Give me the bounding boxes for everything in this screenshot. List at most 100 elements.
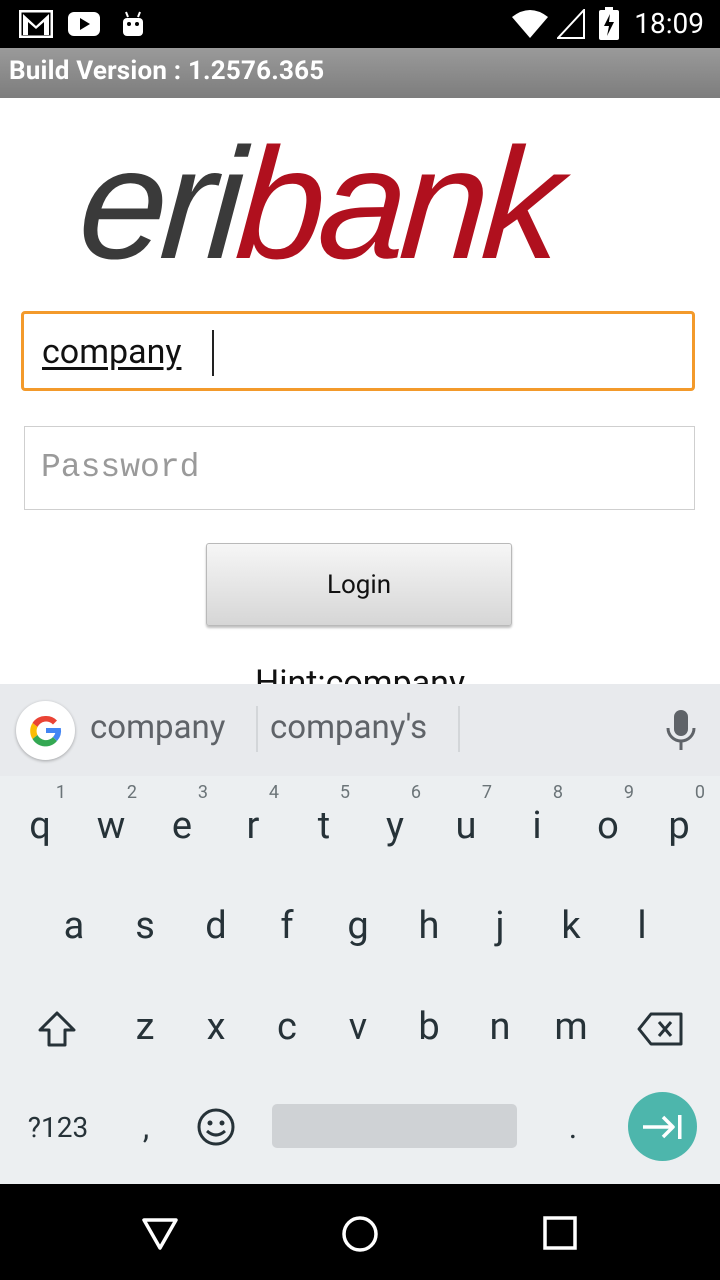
logo-text-eri: eri xyxy=(80,120,254,280)
key-label: e xyxy=(171,804,193,848)
key-number-hint: 7 xyxy=(481,782,492,803)
key-label: i xyxy=(532,804,542,848)
tab-arrow-icon xyxy=(642,1114,681,1139)
svg-text:eribank: eribank xyxy=(80,120,575,280)
key-label: c xyxy=(277,1005,297,1049)
shift-key[interactable] xyxy=(21,979,93,1079)
key-label: d xyxy=(205,904,227,948)
emoji-key[interactable] xyxy=(180,1077,252,1177)
login-button[interactable]: Login xyxy=(206,543,512,626)
youtube-icon xyxy=(66,8,102,40)
gmail-icon xyxy=(18,8,54,40)
recents-icon[interactable] xyxy=(542,1215,578,1251)
status-bar: 18:09 xyxy=(0,0,720,48)
navigation-bar xyxy=(0,1184,720,1280)
next-field-key[interactable] xyxy=(628,1092,697,1161)
key-label: p xyxy=(668,804,690,848)
key-a[interactable]: a xyxy=(38,876,110,976)
suggestion-divider xyxy=(256,706,258,752)
key-number-hint: 6 xyxy=(410,782,421,803)
key-g[interactable]: g xyxy=(322,876,394,976)
key-number-hint: 8 xyxy=(552,782,563,803)
text-caret xyxy=(212,330,214,376)
key-label: w xyxy=(96,804,126,848)
key-label: g xyxy=(347,904,369,948)
key-label: v xyxy=(348,1005,368,1049)
key-f[interactable]: f xyxy=(251,876,323,976)
username-value: company xyxy=(42,332,182,372)
key-k[interactable]: k xyxy=(535,876,607,976)
google-g-icon[interactable] xyxy=(16,701,75,760)
emoji-icon xyxy=(197,1108,235,1146)
key-e[interactable]: e3 xyxy=(146,776,218,876)
key-label: x xyxy=(206,1005,226,1049)
key-number-hint: 5 xyxy=(339,782,350,803)
key-number-hint: 2 xyxy=(126,782,137,803)
key-o[interactable]: o9 xyxy=(572,776,644,876)
key-y[interactable]: y6 xyxy=(359,776,431,876)
key-q[interactable]: q1 xyxy=(4,776,76,876)
password-placeholder: Password xyxy=(41,449,200,486)
key-d[interactable]: d xyxy=(180,876,252,976)
key-number-hint: 0 xyxy=(694,782,705,803)
key-label: r xyxy=(246,804,260,848)
space-bar[interactable] xyxy=(272,1104,517,1148)
key-label: f xyxy=(280,904,294,948)
key-u[interactable]: u7 xyxy=(430,776,502,876)
key-l[interactable]: l xyxy=(606,876,678,976)
key-label: t xyxy=(317,804,331,848)
battery-charging-icon xyxy=(596,7,622,40)
key-label: l xyxy=(637,904,647,948)
wifi-icon xyxy=(510,8,550,40)
key-label: k xyxy=(561,904,581,948)
back-icon[interactable] xyxy=(140,1214,180,1254)
key-s[interactable]: s xyxy=(109,876,181,976)
home-icon[interactable] xyxy=(340,1214,380,1254)
suggestion-divider xyxy=(458,706,460,752)
password-field[interactable]: Password xyxy=(24,426,695,510)
key-label: z xyxy=(135,1005,155,1049)
period-key[interactable]: . xyxy=(537,1077,609,1177)
key-i[interactable]: i8 xyxy=(501,776,573,876)
symbols-key[interactable]: ?123 xyxy=(18,1077,98,1177)
key-p[interactable]: p0 xyxy=(643,776,715,876)
comma-key[interactable]: , xyxy=(110,1077,182,1177)
key-number-hint: 3 xyxy=(197,782,208,803)
key-label: b xyxy=(418,1005,440,1049)
microphone-icon[interactable] xyxy=(664,708,698,756)
key-h[interactable]: h xyxy=(393,876,465,976)
key-v[interactable]: v xyxy=(322,977,394,1077)
suggestion-2[interactable]: company's xyxy=(270,708,427,747)
key-number-hint: 1 xyxy=(55,782,66,803)
backspace-key[interactable] xyxy=(624,979,696,1079)
cellular-icon xyxy=(556,8,586,40)
key-c[interactable]: c xyxy=(251,977,323,1077)
key-label: o xyxy=(597,804,619,848)
build-version-bar: Build Version : 1.2576.365 xyxy=(0,48,720,98)
key-n[interactable]: n xyxy=(464,977,536,1077)
suggestion-strip: company company's xyxy=(0,684,720,776)
key-label: u xyxy=(455,804,477,848)
key-b[interactable]: b xyxy=(393,977,465,1077)
key-label: y xyxy=(386,804,404,848)
key-label: s xyxy=(135,904,155,948)
hint-text-container: Hint:company xyxy=(0,660,720,684)
key-label: h xyxy=(418,904,440,948)
key-label: a xyxy=(63,904,85,948)
eribank-logo: eribank xyxy=(74,115,650,292)
username-field[interactable]: company xyxy=(21,311,695,391)
key-t[interactable]: t5 xyxy=(288,776,360,876)
key-m[interactable]: m xyxy=(535,977,607,1077)
status-time: 18:09 xyxy=(634,7,704,40)
key-label: m xyxy=(554,1005,588,1049)
key-z[interactable]: z xyxy=(109,977,181,1077)
key-j[interactable]: j xyxy=(464,876,536,976)
soft-keyboard: company company's q1w2e3r4t5y6u7i8o9p0 a… xyxy=(0,684,720,1184)
key-r[interactable]: r4 xyxy=(217,776,289,876)
key-number-hint: 4 xyxy=(268,782,279,803)
suggestion-1[interactable]: company xyxy=(90,708,225,747)
key-number-hint: 9 xyxy=(623,782,634,803)
logo-text-bank: bank xyxy=(232,120,576,280)
key-x[interactable]: x xyxy=(180,977,252,1077)
key-w[interactable]: w2 xyxy=(75,776,147,876)
